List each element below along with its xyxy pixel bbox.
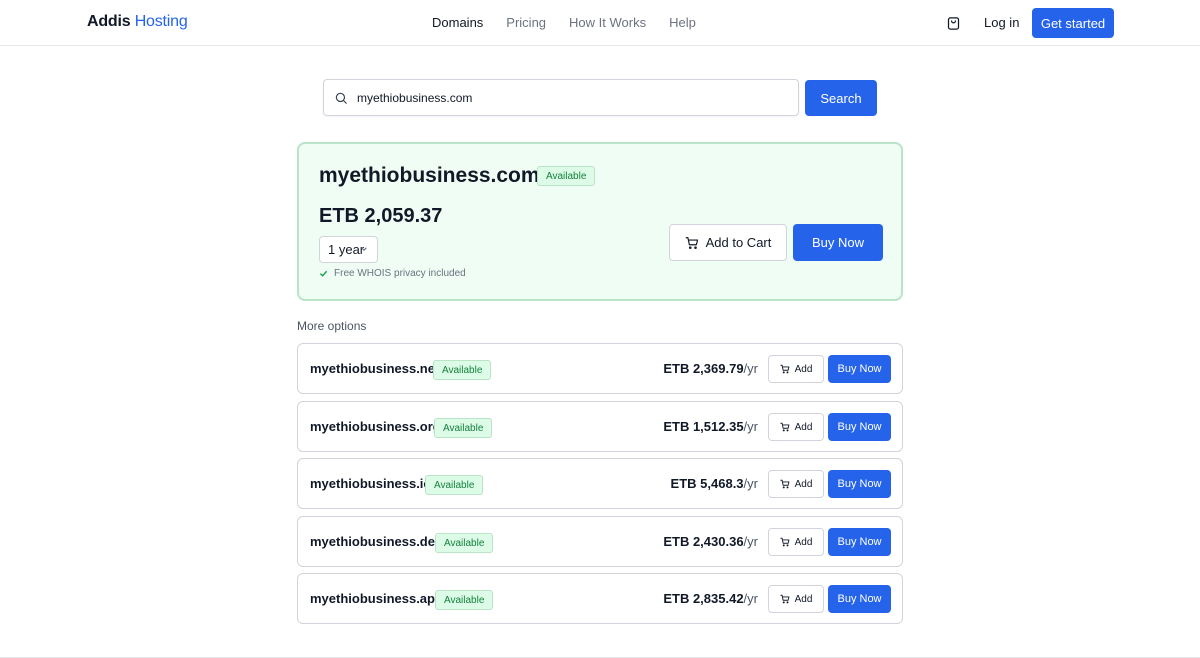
option-price-value: ETB 2,369.79 (663, 361, 744, 376)
domain-search-field[interactable] (323, 79, 799, 116)
get-started-button[interactable]: Get started (1032, 8, 1114, 38)
add-button-label: Add (794, 363, 813, 375)
add-button[interactable]: Add (768, 470, 824, 498)
option-price-period: /yr (743, 476, 758, 491)
buy-now-button[interactable]: Buy Now (828, 528, 891, 556)
option-price: ETB 2,369.79/yr (663, 361, 758, 376)
option-price-period: /yr (743, 361, 758, 376)
nav-pricing[interactable]: Pricing (506, 15, 546, 30)
site-header: Addis Hosting Domains Pricing How It Wor… (0, 0, 1200, 46)
add-button[interactable]: Add (768, 355, 824, 383)
option-price-value: ETB 1,512.35 (663, 419, 744, 434)
cart-icon (779, 537, 790, 547)
buy-now-button[interactable]: Buy Now (828, 585, 891, 613)
more-options-heading: More options (297, 319, 367, 333)
cart-icon (779, 364, 790, 374)
logo-accent: Hosting (134, 13, 188, 30)
option-price: ETB 2,430.36/yr (663, 534, 758, 549)
option-price-value: ETB 5,468.3 (670, 476, 744, 491)
nav-help[interactable]: Help (669, 15, 696, 30)
featured-domain-name: myethiobusiness.com (319, 164, 540, 187)
option-price-period: /yr (743, 534, 758, 549)
option-price-value: ETB 2,835.42 (663, 591, 744, 606)
main-nav: Domains Pricing How It Works Help (432, 15, 696, 30)
search-button[interactable]: Search (805, 80, 877, 116)
add-button[interactable]: Add (768, 413, 824, 441)
search-icon (335, 92, 347, 104)
cart-button[interactable] (944, 14, 962, 32)
chevron-down-icon (361, 247, 367, 251)
availability-badge: Available (434, 418, 493, 438)
cart-icon (779, 422, 790, 432)
nav-how-it-works[interactable]: How It Works (569, 15, 646, 30)
option-price-value: ETB 2,430.36 (663, 534, 744, 549)
option-domain-name: myethiobusiness.io (310, 476, 432, 491)
featured-domain-card: myethiobusiness.com Available ETB 2,059.… (297, 142, 903, 301)
option-domain-name: myethiobusiness.org (310, 419, 441, 434)
option-price: ETB 1,512.35/yr (663, 419, 758, 434)
shopping-bag-icon (947, 16, 959, 30)
logo-primary: Addis (87, 13, 131, 30)
cart-icon (685, 236, 698, 249)
add-button[interactable]: Add (768, 528, 824, 556)
add-to-cart-button[interactable]: Add to Cart (669, 224, 787, 261)
search-input[interactable] (357, 80, 787, 115)
whois-note-text: Free WHOIS privacy included (334, 268, 466, 279)
domain-option-row: myethiobusiness.app Available ETB 2,835.… (297, 573, 903, 624)
add-button-label: Add (794, 478, 813, 490)
add-button[interactable]: Add (768, 585, 824, 613)
term-select[interactable]: 1 year (319, 236, 378, 263)
option-price: ETB 2,835.42/yr (663, 591, 758, 606)
option-domain-name: myethiobusiness.dev (310, 534, 443, 549)
whois-note: Free WHOIS privacy included (319, 268, 466, 279)
availability-badge: Available (537, 166, 596, 186)
availability-badge: Available (435, 533, 494, 553)
option-domain-name: myethiobusiness.app (310, 591, 443, 606)
add-button-label: Add (794, 421, 813, 433)
option-price-period: /yr (743, 591, 758, 606)
option-price-period: /yr (743, 419, 758, 434)
buy-now-button[interactable]: Buy Now (828, 413, 891, 441)
term-select-value: 1 year (328, 242, 365, 257)
option-domain-name: myethiobusiness.net (310, 361, 440, 376)
featured-price: ETB 2,059.37 (319, 205, 443, 227)
availability-badge: Available (433, 360, 492, 380)
availability-badge: Available (435, 590, 494, 610)
domain-option-row: myethiobusiness.org Available ETB 1,512.… (297, 401, 903, 452)
add-button-label: Add (794, 593, 813, 605)
buy-now-button[interactable]: Buy Now (793, 224, 883, 261)
buy-now-button[interactable]: Buy Now (828, 355, 891, 383)
login-link[interactable]: Log in (984, 15, 1019, 30)
cart-icon (779, 594, 790, 604)
add-to-cart-label: Add to Cart (705, 235, 772, 250)
option-price: ETB 5,468.3/yr (671, 476, 758, 491)
buy-now-button[interactable]: Buy Now (828, 470, 891, 498)
nav-domains[interactable]: Domains (432, 15, 483, 30)
domain-option-row: myethiobusiness.net Available ETB 2,369.… (297, 343, 903, 394)
availability-badge: Available (425, 475, 484, 495)
cart-icon (779, 479, 790, 489)
domain-option-row: myethiobusiness.dev Available ETB 2,430.… (297, 516, 903, 567)
domain-option-row: myethiobusiness.io Available ETB 5,468.3… (297, 458, 903, 509)
add-button-label: Add (794, 536, 813, 548)
check-icon (319, 270, 328, 277)
site-logo[interactable]: Addis Hosting (87, 13, 188, 31)
